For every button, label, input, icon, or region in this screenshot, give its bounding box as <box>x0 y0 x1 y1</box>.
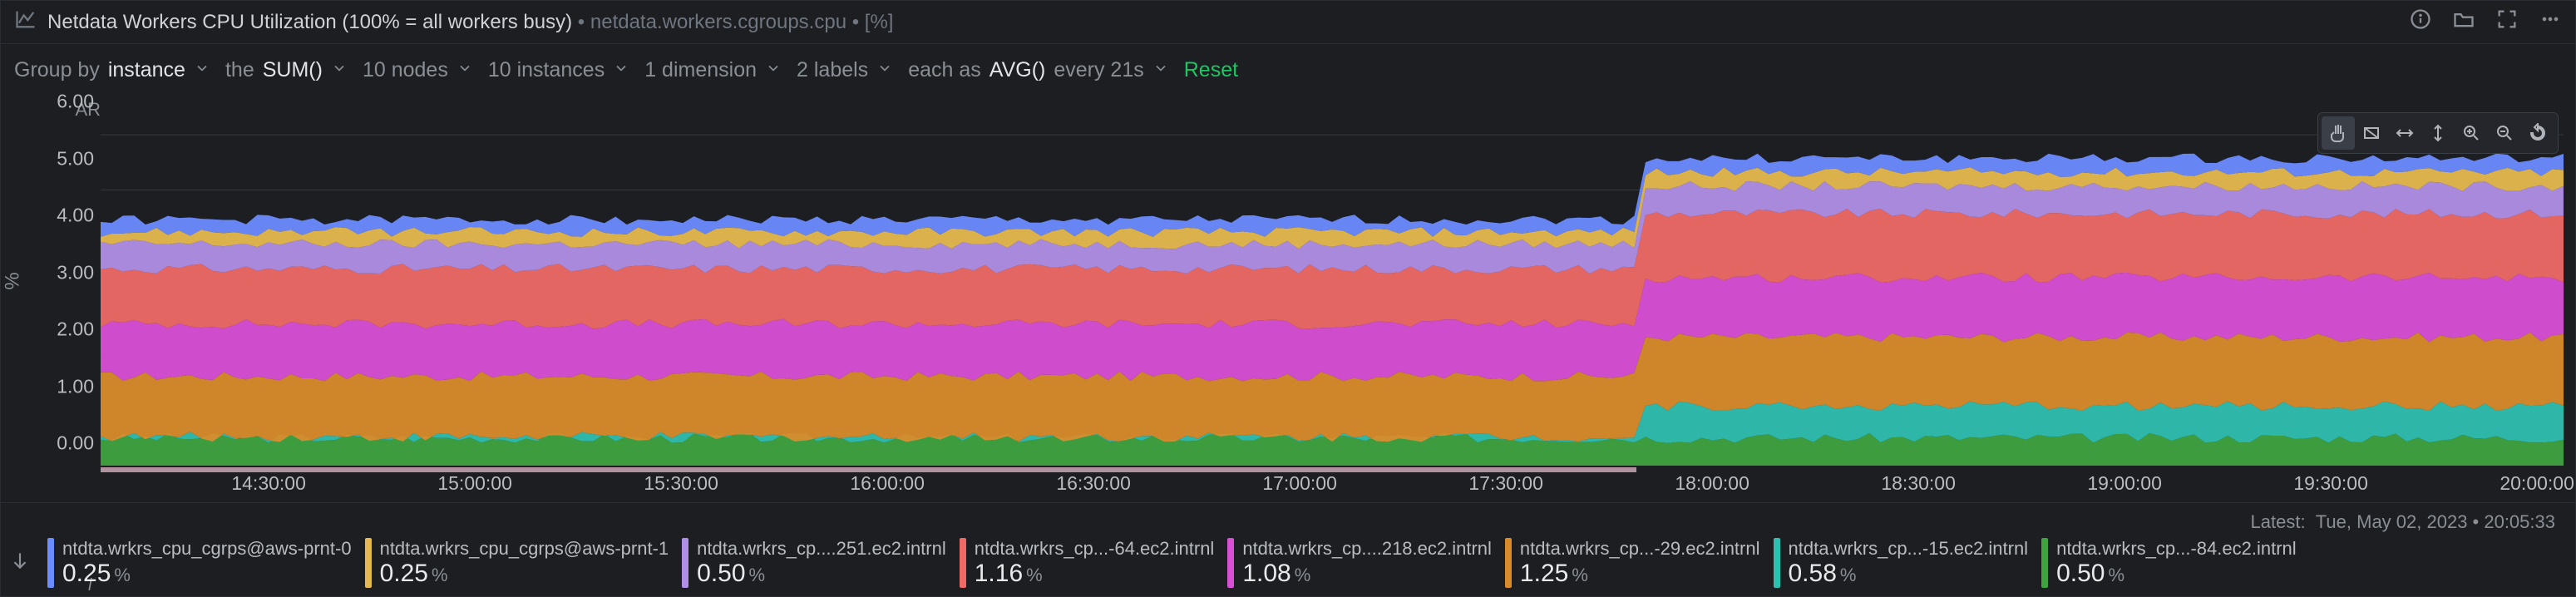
x-axis: 14:30:00 15:00:00 15:30:00 16:00:00 16:30:00… <box>101 466 2575 502</box>
aggregation-dropdown[interactable]: the SUM() <box>225 58 348 82</box>
y-tick: 0.00 <box>57 432 94 455</box>
reset-button[interactable]: Reset <box>1184 58 1238 82</box>
chart-type-icon[interactable] <box>14 7 37 37</box>
y-tick: 5.00 <box>57 147 94 170</box>
chevron-down-icon <box>194 58 210 82</box>
x-tick: 17:30:00 <box>1468 472 1543 495</box>
legend-name: ntdta.wrkrs_cp...-15.ec2.intrnl <box>1789 538 2029 560</box>
legend-swatch <box>1774 538 1780 588</box>
legend-item[interactable]: ntdta.wrkrs_cp...-64.ec2.intrnl1.16% <box>960 538 1215 588</box>
titlebar: Netdata Workers CPU Utilization (100% = … <box>1 1 2575 44</box>
zoom-in-tool[interactable] <box>2455 116 2488 150</box>
time-aggregation-dropdown[interactable]: each as AVG() every 21s <box>908 58 1169 82</box>
chevron-down-icon <box>331 58 348 82</box>
chart-panel: Netdata Workers CPU Utilization (100% = … <box>0 0 2576 597</box>
pan-tool[interactable] <box>2322 116 2355 150</box>
y-tick: 4.00 <box>57 205 94 227</box>
legend-value: 0.50% <box>697 560 946 588</box>
stacked-area-svg <box>101 107 2564 466</box>
x-tick: 19:30:00 <box>2293 472 2368 495</box>
legend-value: 1.16% <box>975 560 1215 588</box>
legend-item[interactable]: ntdta.wrkrs_cp....251.ec2.intrnl0.50% <box>682 538 946 588</box>
legend-value: 0.25% <box>62 560 352 588</box>
x-tick: 18:00:00 <box>1675 472 1749 495</box>
legend-value: 0.50% <box>2056 560 2297 588</box>
y-tick: 6.00 <box>57 91 94 113</box>
latest-timestamp: Latest: Tue, May 02, 2023 • 20:05:33 <box>9 508 2567 538</box>
y-tick: 3.00 <box>57 261 94 284</box>
chart-toolbox <box>2317 112 2559 154</box>
legend-name: ntdta.wrkrs_cp...-29.ec2.intrnl <box>1520 538 1760 560</box>
legend-value: 0.25% <box>380 560 669 588</box>
legend-name: ntdta.wrkrs_cp...-84.ec2.intrnl <box>2056 538 2297 560</box>
plot[interactable] <box>101 107 2564 466</box>
legend-item[interactable]: ntdta.wrkrs_cp...-84.ec2.intrnl0.50% <box>2041 538 2297 588</box>
legend-item[interactable]: ntdta.wrkrs_cpu_cgrps@aws-prnt-10.25% <box>365 538 669 588</box>
x-tick: 18:30:00 <box>1881 472 1956 495</box>
chevron-down-icon <box>765 58 782 82</box>
x-tick: 14:30:00 <box>231 472 306 495</box>
group-by-dropdown[interactable]: Group by instance <box>14 58 210 82</box>
reset-zoom-tool[interactable] <box>2521 116 2554 150</box>
chart-area[interactable]: AR % 0.001.002.003.004.005.006.00 <box>1 96 2575 466</box>
nodes-dropdown[interactable]: 10 nodes <box>363 58 473 82</box>
legend-value: 1.25% <box>1520 560 1760 588</box>
chevron-down-icon <box>1152 58 1169 82</box>
legend-swatch <box>2041 538 2048 588</box>
instances-dropdown[interactable]: 10 instances <box>488 58 629 82</box>
x-tick: 15:00:00 <box>437 472 512 495</box>
x-tick: 15:30:00 <box>644 472 718 495</box>
chevron-down-icon <box>613 58 629 82</box>
scroll-legend-icon[interactable] <box>9 550 31 577</box>
legend-name: ntdta.wrkrs_cpu_cgrps@aws-prnt-1 <box>380 538 669 560</box>
legend-name: ntdta.wrkrs_cp...-64.ec2.intrnl <box>975 538 1215 560</box>
y-tick: 2.00 <box>57 318 94 341</box>
legend-swatch <box>960 538 966 588</box>
legend-item[interactable]: ntdta.wrkrs_cpu_cgrps@aws-prnt-00.25% <box>47 538 352 588</box>
legend-name: ntdta.wrkrs_cp....251.ec2.intrnl <box>697 538 946 560</box>
legend-item[interactable]: ntdta.wrkrs_cp...-15.ec2.intrnl0.58% <box>1774 538 2029 588</box>
expand-icon[interactable] <box>2495 7 2519 37</box>
labels-dropdown[interactable]: 2 labels <box>797 58 893 82</box>
legend-name: ntdta.wrkrs_cpu_cgrps@aws-prnt-0 <box>62 538 352 560</box>
dimensions-dropdown[interactable]: 1 dimension <box>644 58 782 82</box>
x-tick: 16:30:00 <box>1056 472 1131 495</box>
legend-swatch <box>365 538 372 588</box>
x-tick: 19:00:00 <box>2087 472 2162 495</box>
legend-value: 1.08% <box>1242 560 1492 588</box>
y-axis-title: % <box>2 272 25 289</box>
chevron-down-icon <box>456 58 473 82</box>
legend-swatch <box>47 538 54 588</box>
y-axis: AR % 0.001.002.003.004.005.006.00 <box>1 96 101 466</box>
y-tick: 1.00 <box>57 375 94 397</box>
zoom-out-tool[interactable] <box>2488 116 2521 150</box>
toolbar: Group by instance the SUM() 10 nodes 10 … <box>1 44 2575 96</box>
x-tick: 16:00:00 <box>850 472 925 495</box>
legend-swatch <box>1505 538 1512 588</box>
chevron-down-icon <box>876 58 893 82</box>
folder-icon[interactable] <box>2452 7 2475 37</box>
zoom-box-tool[interactable] <box>2355 116 2388 150</box>
legend-swatch <box>1227 538 1234 588</box>
info-icon[interactable] <box>2409 7 2432 37</box>
legend-name: ntdta.wrkrs_cp....218.ec2.intrnl <box>1242 538 1492 560</box>
legend-swatch <box>682 538 688 588</box>
zoom-x-tool[interactable] <box>2388 116 2421 150</box>
legend-item[interactable]: ntdta.wrkrs_cp....218.ec2.intrnl1.08% <box>1227 538 1492 588</box>
legend-footer: Latest: Tue, May 02, 2023 • 20:05:33 ntd… <box>1 502 2575 596</box>
x-tick: 17:00:00 <box>1262 472 1337 495</box>
legend-value: 0.58% <box>1789 560 2029 588</box>
zoom-y-tool[interactable] <box>2421 116 2455 150</box>
legend-item[interactable]: ntdta.wrkrs_cp...-29.ec2.intrnl1.25% <box>1505 538 1760 588</box>
more-icon[interactable] <box>2539 7 2562 37</box>
chart-title: Netdata Workers CPU Utilization (100% = … <box>47 11 893 34</box>
x-tick: 20:00:00 <box>2500 472 2574 495</box>
i-label: i <box>88 576 91 595</box>
